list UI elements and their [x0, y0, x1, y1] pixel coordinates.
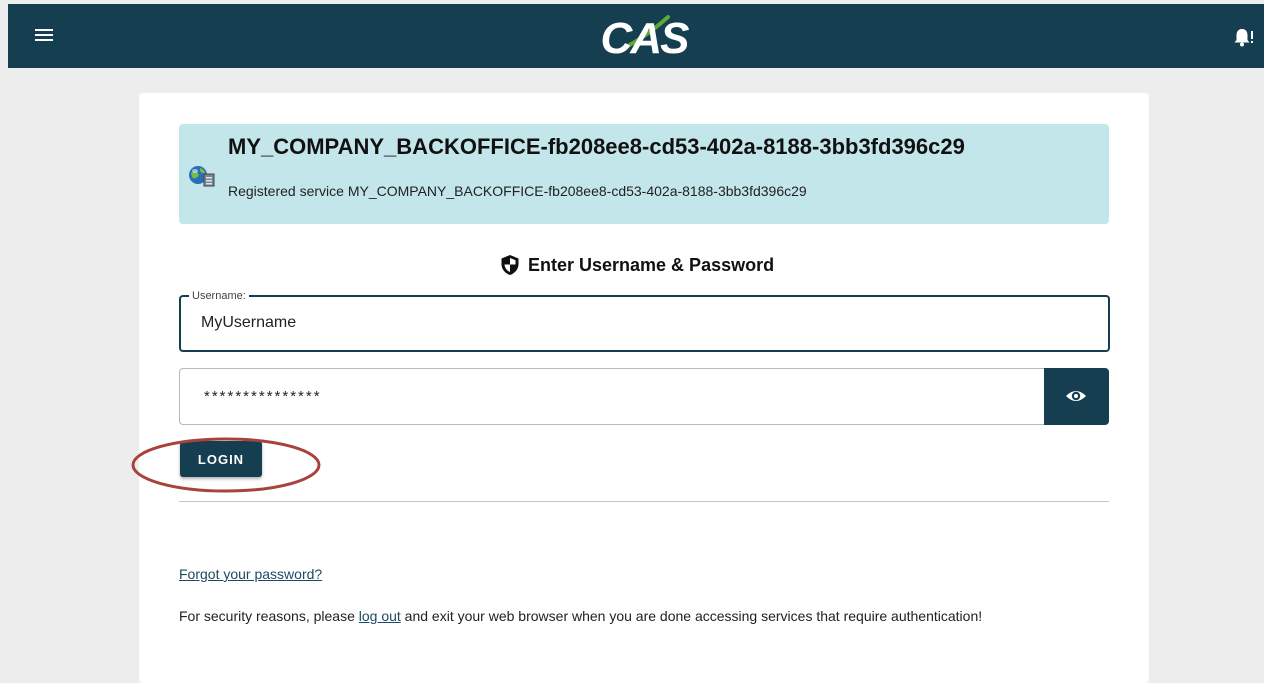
forgot-password-link[interactable]: Forgot your password?	[179, 566, 322, 582]
security-notice-prefix: For security reasons, please	[179, 608, 359, 624]
security-notice: For security reasons, please log out and…	[179, 608, 982, 624]
menu-icon[interactable]	[35, 28, 53, 42]
username-value[interactable]: MyUsername	[201, 314, 296, 332]
username-field[interactable]: Username: MyUsername	[179, 289, 1110, 352]
password-value[interactable]: ***************	[204, 388, 322, 405]
shield-icon	[501, 255, 519, 275]
service-description: Registered service MY_COMPANY_BACKOFFICE…	[228, 183, 807, 199]
bell-icon[interactable]	[1232, 26, 1254, 48]
top-header-bar: CAS	[8, 4, 1264, 68]
eye-icon	[1066, 391, 1086, 401]
login-button[interactable]: LOGIN	[180, 441, 262, 477]
logout-link[interactable]: log out	[359, 608, 401, 624]
password-field[interactable]: ***************	[179, 368, 1045, 425]
service-title: MY_COMPANY_BACKOFFICE-fb208ee8-cd53-402a…	[228, 134, 965, 159]
divider	[179, 501, 1109, 502]
security-notice-suffix: and exit your web browser when you are d…	[400, 608, 983, 624]
show-password-button[interactable]	[1044, 368, 1109, 425]
globe-server-icon	[189, 166, 215, 187]
svg-text:CAS: CAS	[601, 14, 690, 63]
cas-logo: CAS	[601, 14, 692, 63]
form-heading-text: Enter Username & Password	[528, 254, 775, 275]
form-heading: Enter Username & Password	[500, 253, 774, 277]
username-label: Username:	[189, 289, 249, 303]
